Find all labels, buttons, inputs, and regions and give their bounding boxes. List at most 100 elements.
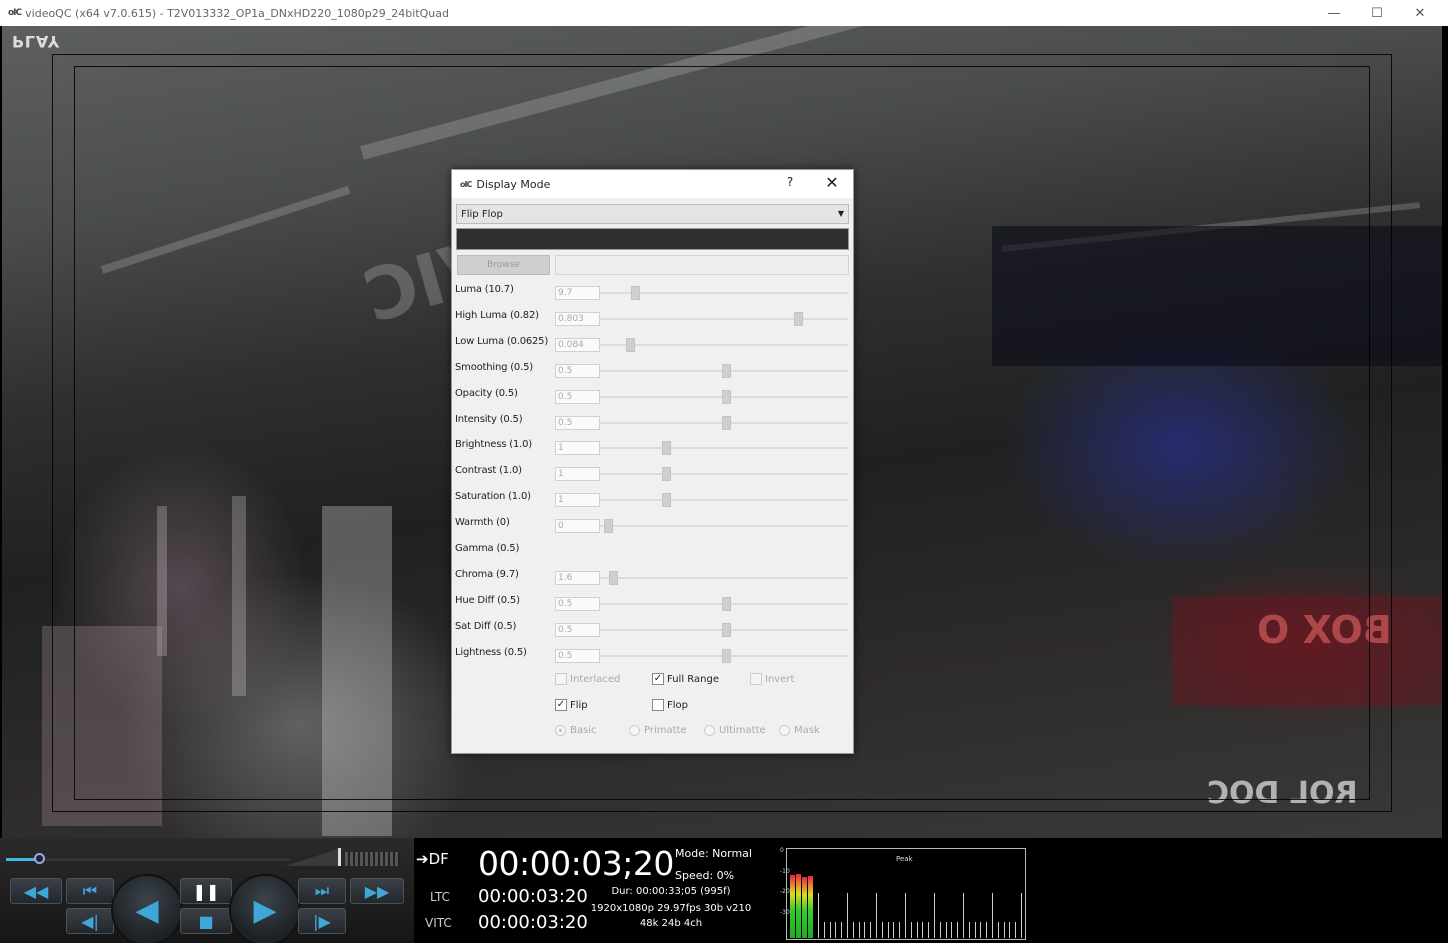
flop-checkbox[interactable]: Flop xyxy=(652,699,688,711)
slider-handle[interactable] xyxy=(630,286,640,300)
watermark-text: PLAY xyxy=(12,32,61,51)
slider-handle[interactable] xyxy=(722,363,731,378)
full-range-checkbox[interactable]: ✓ Full Range xyxy=(652,673,719,685)
slider-row: High Luma (0.82) 0.803 xyxy=(452,305,855,331)
slider-value-field[interactable]: 0.5 xyxy=(555,596,600,611)
radio-basic[interactable]: Basic xyxy=(555,725,596,736)
slider-handle[interactable] xyxy=(609,570,619,585)
slider-value-field[interactable]: 1 xyxy=(555,493,600,508)
meter-grid-line xyxy=(951,922,953,938)
radio-primatte[interactable]: Primatte xyxy=(629,725,687,736)
display-mode-select[interactable]: Flip Flop ▼ xyxy=(456,204,849,224)
stop-button[interactable]: ■ xyxy=(180,908,232,934)
play-reverse-button[interactable]: ◀ xyxy=(111,874,183,943)
slider-value-field[interactable]: 0.084 xyxy=(555,337,600,352)
meter-grid-line xyxy=(992,893,993,938)
transport-controls: ◀◀ ⏮ ◀| ◀ ❚❚ ■ ▶ ⏭ |▶ ▶▶ xyxy=(0,838,414,943)
slider-handle[interactable] xyxy=(662,493,671,508)
timecode-panel: ➔DF 00:00:03;20 Mode: Normal Speed: 0% L… xyxy=(414,838,780,943)
slider-value-field[interactable]: 0.5 xyxy=(555,389,600,404)
slider-track[interactable] xyxy=(600,343,848,346)
slider-value-field[interactable]: 0.5 xyxy=(555,622,600,637)
slider-value-field[interactable]: 0.5 xyxy=(555,415,600,430)
meter-scale-label: 0 xyxy=(780,847,784,854)
slider-value-field[interactable]: 0.5 xyxy=(555,648,600,663)
slider-value-field[interactable]: 1 xyxy=(555,441,600,456)
slider-row: Smoothing (0.5) 0.5 xyxy=(452,357,855,383)
meter-grid-line xyxy=(1015,922,1017,938)
slider-value-field[interactable]: 9.7 xyxy=(555,286,600,300)
slider-handle[interactable] xyxy=(662,467,671,482)
slider-label: Low Luma (0.0625) xyxy=(455,335,549,347)
minimize-button[interactable]: — xyxy=(1312,0,1356,26)
meter-grid-line xyxy=(823,922,825,938)
position-slider-handle[interactable] xyxy=(34,853,45,864)
slider-handle[interactable] xyxy=(626,337,635,352)
audio-meters: Peak 0 -10 -20 -30 xyxy=(780,838,1032,943)
meter-grid-line xyxy=(928,922,930,938)
forward-fast-button[interactable]: ▶▶ xyxy=(350,878,404,904)
to-end-button[interactable]: ⏭ xyxy=(298,878,346,904)
slider-handle[interactable] xyxy=(722,622,731,637)
slider-handle[interactable] xyxy=(722,596,731,611)
meter-grid-line xyxy=(818,893,819,938)
slider-handle[interactable] xyxy=(722,389,731,404)
slider-value-field[interactable]: 1 xyxy=(555,467,600,482)
slider-track[interactable] xyxy=(600,576,848,579)
meter-grid-line xyxy=(910,922,912,938)
slider-handle[interactable] xyxy=(722,648,731,663)
file-path-field[interactable] xyxy=(555,255,849,275)
to-start-button[interactable]: ⏮ xyxy=(66,878,114,904)
slider-handle[interactable] xyxy=(604,519,614,534)
pause-button[interactable]: ❚❚ xyxy=(180,878,232,904)
meter-grid-line xyxy=(963,893,964,938)
slider-row: Luma (10.7) 9.7 xyxy=(452,279,855,305)
meter-grid-line xyxy=(916,922,918,938)
interlaced-checkbox[interactable]: Interlaced xyxy=(555,673,620,685)
meter-grid-line xyxy=(939,922,941,938)
slider-row: Lightness (0.5) 0.5 xyxy=(452,642,855,668)
slider-track[interactable] xyxy=(600,499,848,502)
slider-value-field[interactable]: 0.803 xyxy=(555,311,600,326)
volume-ramp[interactable] xyxy=(285,848,341,866)
meter-grid-line xyxy=(945,922,947,938)
slider-track[interactable] xyxy=(600,473,848,476)
step-forward-button[interactable]: |▶ xyxy=(298,908,346,934)
videoqc-logo-icon: oIC xyxy=(8,8,22,18)
radio-mask[interactable]: Mask xyxy=(779,725,820,736)
slider-track[interactable] xyxy=(600,447,848,450)
slider-label: Contrast (1.0) xyxy=(455,465,522,477)
play-button[interactable]: ▶ xyxy=(229,874,301,943)
slider-handle[interactable] xyxy=(794,311,803,326)
slider-handle[interactable] xyxy=(662,441,671,456)
slider-value-field[interactable]: 1.6 xyxy=(555,570,600,585)
slider-track[interactable] xyxy=(600,525,848,528)
flip-checkbox[interactable]: ✓ Flip xyxy=(555,699,588,711)
drop-frame-indicator[interactable]: ➔DF xyxy=(416,850,449,868)
dialog-titlebar[interactable]: oIC Display Mode ? ✕ xyxy=(452,170,853,198)
maximize-button[interactable]: ☐ xyxy=(1355,0,1399,26)
radio-basic-label: Basic xyxy=(570,725,597,736)
format-info: 1920x1080p 29.97fps 30b v210 xyxy=(590,903,752,914)
slider-track[interactable] xyxy=(600,317,848,320)
slider-row: Gamma (0.5) xyxy=(452,538,855,564)
step-back-button[interactable]: ◀| xyxy=(66,908,114,934)
dialog-close-button[interactable]: ✕ xyxy=(822,173,842,193)
vitc-timecode: 00:00:03:20 xyxy=(478,912,588,933)
slider-value-field[interactable]: 0.5 xyxy=(555,363,600,378)
meter-bar xyxy=(796,874,801,938)
slider-value-field[interactable]: 0 xyxy=(555,519,600,534)
radio-ultimatte[interactable]: Ultimatte xyxy=(704,725,766,736)
close-window-button[interactable]: ✕ xyxy=(1398,0,1442,26)
slider-handle[interactable] xyxy=(722,415,731,430)
invert-checkbox[interactable]: Invert xyxy=(750,673,794,685)
checkbox-box xyxy=(652,699,664,711)
vitc-label: VITC xyxy=(425,916,452,930)
help-button[interactable]: ? xyxy=(782,175,798,191)
browse-button[interactable]: Browse xyxy=(457,255,550,275)
flip-label: Flip xyxy=(570,699,588,711)
meter-grid-line xyxy=(1003,922,1005,938)
rewind-fast-button[interactable]: ◀◀ xyxy=(10,878,62,904)
position-track[interactable] xyxy=(40,858,290,861)
radio-dot-icon xyxy=(779,725,790,736)
